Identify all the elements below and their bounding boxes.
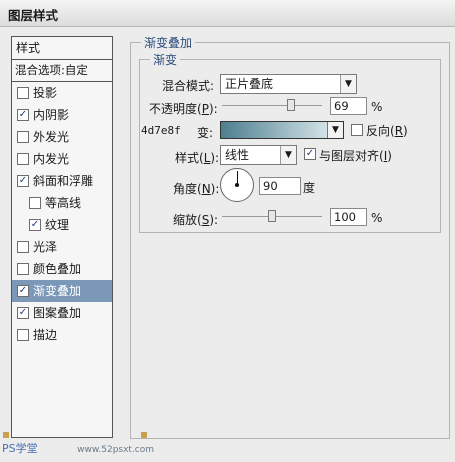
style-item-label: 内阴影	[33, 108, 70, 122]
style-item[interactable]: 投影	[12, 82, 112, 104]
style-label: 样式(L):	[175, 151, 220, 165]
checkbox-icon[interactable]	[17, 263, 29, 275]
chevron-down-icon[interactable]: ▼	[327, 122, 343, 138]
angle-label: 角度(N):	[173, 182, 220, 196]
gradient-picker[interactable]: ▼	[220, 121, 344, 139]
style-item[interactable]: 描边	[12, 324, 112, 346]
resize-corner-icon	[3, 432, 9, 438]
style-value: 线性	[225, 148, 250, 162]
style-item[interactable]: 外发光	[12, 126, 112, 148]
opacity-slider[interactable]	[222, 99, 322, 111]
style-item-label: 外发光	[33, 130, 70, 144]
style-item[interactable]: ✓ 纹理	[12, 214, 112, 236]
style-item-label: 等高线	[45, 196, 82, 210]
style-item[interactable]: ✓ 斜面和浮雕	[12, 170, 112, 192]
style-item[interactable]: 光泽	[12, 236, 112, 258]
angle-input[interactable]: 90	[259, 177, 301, 195]
opacity-label: 不透明度(P):	[149, 102, 218, 116]
style-item-label: 内发光	[33, 152, 70, 166]
checkbox-icon[interactable]	[17, 131, 29, 143]
align-with-layer-label: 与图层对齐(I)	[319, 149, 392, 163]
style-item[interactable]: ✓ 图案叠加	[12, 302, 112, 324]
style-item-label: 描边	[33, 328, 58, 342]
gradient-overlay-title: 渐变叠加	[141, 34, 196, 51]
style-item[interactable]: 内发光	[12, 148, 112, 170]
blend-mode-value: 正片叠底	[225, 77, 274, 91]
checkbox-icon[interactable]	[29, 197, 41, 209]
style-item-label: 光泽	[33, 240, 58, 254]
opacity-unit: %	[371, 100, 383, 114]
watermark-text: PS学堂	[2, 442, 38, 455]
scale-input[interactable]: 100	[330, 208, 367, 226]
reverse-label: 反向(R)	[366, 124, 408, 138]
gradient-label: 变:	[197, 126, 214, 140]
style-item[interactable]: ✓ 渐变叠加	[12, 280, 112, 302]
align-with-layer-checkbox[interactable]: ✓	[304, 148, 316, 160]
styles-list: 样式 混合选项:自定 投影 ✓ 内阴影外发光内发光 ✓ 斜面和浮雕等高线 ✓ 纹理光泽颜色叠…	[11, 36, 113, 438]
checkbox-icon[interactable]	[17, 87, 29, 99]
style-item-label: 投影	[33, 86, 58, 100]
scale-unit: %	[371, 211, 383, 225]
style-item[interactable]: 等高线	[12, 192, 112, 214]
scale-slider-handle[interactable]	[268, 210, 276, 222]
scale-slider[interactable]	[222, 210, 322, 222]
checkbox-icon[interactable]	[17, 241, 29, 253]
chevron-down-icon: ▼	[340, 75, 356, 93]
blending-options-item[interactable]: 混合选项:自定	[12, 60, 112, 82]
style-select[interactable]: 线性 ▼	[220, 145, 297, 165]
angle-unit: 度	[303, 181, 316, 195]
style-item-label: 颜色叠加	[33, 262, 82, 276]
style-item-label: 渐变叠加	[33, 284, 82, 298]
checkbox-checked-icon[interactable]: ✓	[17, 109, 29, 121]
opacity-input[interactable]: 69	[330, 97, 367, 115]
style-item[interactable]: ✓ 内阴影	[12, 104, 112, 126]
angle-dial[interactable]	[220, 168, 254, 202]
checkbox-checked-icon[interactable]: ✓	[17, 175, 29, 187]
blend-mode-select[interactable]: 正片叠底 ▼	[220, 74, 357, 94]
scale-label: 缩放(S):	[173, 213, 219, 227]
window-title: 图层样式	[8, 8, 59, 23]
resize-corner-icon	[141, 432, 147, 438]
blend-mode-label: 混合模式:	[162, 79, 215, 93]
style-item-label: 图案叠加	[33, 306, 82, 320]
style-item-label: 纹理	[45, 218, 70, 232]
chevron-down-icon: ▼	[280, 146, 296, 164]
watermark: PS学堂 www.52psxt.com	[2, 440, 154, 456]
style-item-label: 斜面和浮雕	[33, 174, 94, 188]
checkbox-icon[interactable]	[17, 153, 29, 165]
opacity-slider-handle[interactable]	[287, 99, 295, 111]
style-item[interactable]: 颜色叠加	[12, 258, 112, 280]
angle-dial-center	[235, 183, 239, 187]
checkbox-checked-icon[interactable]: ✓	[17, 285, 29, 297]
gradient-group-title: 渐变	[150, 51, 181, 68]
title-bar: 图层样式	[0, 0, 455, 27]
styles-header[interactable]: 样式	[12, 37, 112, 60]
checkbox-icon[interactable]	[17, 329, 29, 341]
reverse-checkbox[interactable]	[351, 124, 363, 136]
watermark-site: www.52psxt.com	[77, 445, 155, 455]
gradient-hex-label: 4d7e8f	[141, 124, 181, 137]
checkbox-checked-icon[interactable]: ✓	[17, 307, 29, 319]
checkbox-checked-icon[interactable]: ✓	[29, 219, 41, 231]
